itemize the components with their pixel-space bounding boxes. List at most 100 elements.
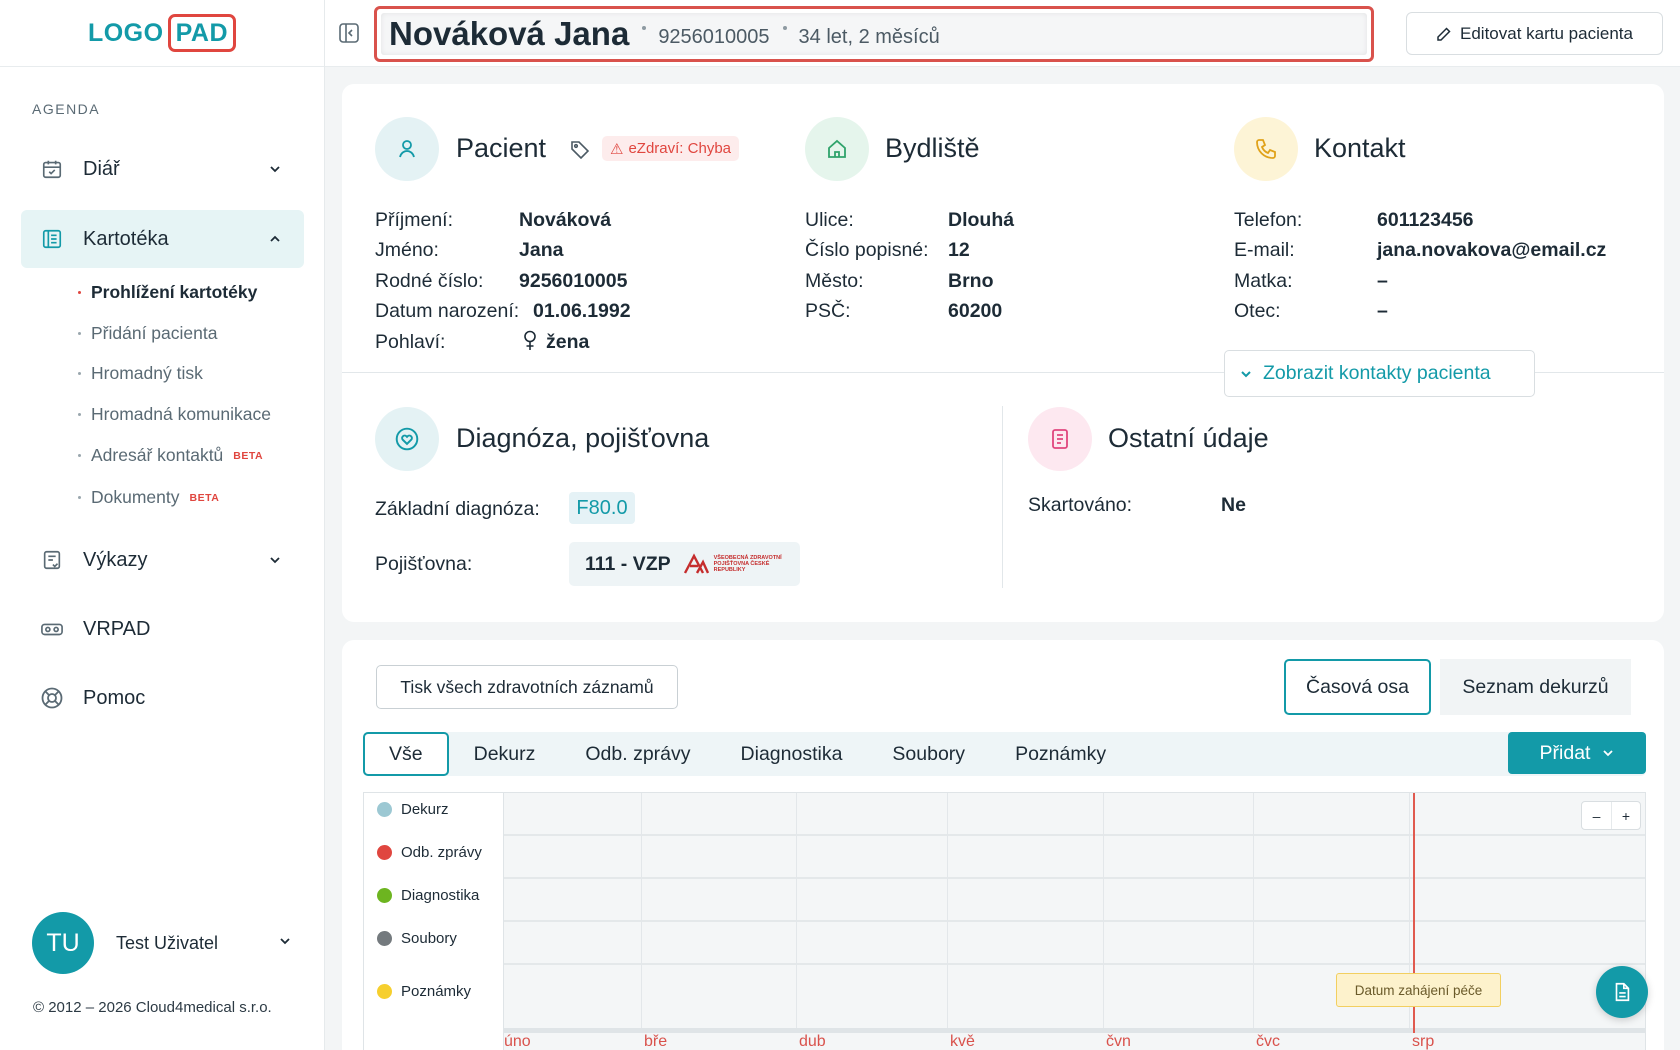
print-all-records-button[interactable]: Tisk všech zdravotních záznamů (376, 665, 678, 709)
postal-code-value: 60200 (948, 300, 1003, 322)
timeline-row-label: Diagnostika (401, 887, 480, 904)
month-label: úno (504, 1033, 531, 1050)
bullet-dot (78, 454, 81, 457)
ezdravi-status-badge[interactable]: ⚠ eZdraví: Chyba (602, 136, 739, 161)
sidebar-item-pomoc[interactable]: Pomoc (21, 669, 304, 727)
grid-line (1253, 793, 1254, 1028)
warning-icon: ⚠ (610, 140, 624, 158)
grid-line (504, 834, 1645, 836)
legend-dot (377, 845, 392, 860)
zoom-in-button[interactable]: + (1611, 802, 1640, 829)
beta-badge: BETA (189, 491, 220, 504)
top-header: Nováková Jana 9256010005 34 let, 2 měsíc… (325, 0, 1680, 67)
field-label: Ulice: (805, 209, 854, 231)
patient-birth-number: 9256010005 (658, 25, 770, 48)
sidebar-collapse-icon[interactable] (338, 22, 360, 44)
timeline-view-button[interactable]: Časová osa (1284, 659, 1431, 715)
care-start-marker[interactable]: Datum zahájení péče (1336, 973, 1501, 1007)
user-menu[interactable]: TU Test Uživatel (32, 912, 292, 974)
logo[interactable]: LOGO PAD (88, 14, 237, 52)
report-icon (40, 548, 64, 572)
heart-badge-icon (375, 407, 439, 471)
legend-dot (377, 931, 392, 946)
tag-icon[interactable] (570, 139, 590, 164)
birth-date-value: 01.06.1992 (533, 300, 631, 322)
timeline-grid[interactable]: úno bře dub kvě čvn čvc srp – + Datum za… (504, 793, 1645, 1050)
sub-item-label: Prohlížení kartotéky (91, 282, 258, 302)
records-card: Tisk všech zdravotních záznamů Časová os… (342, 640, 1664, 1050)
chevron-down-icon (1603, 750, 1614, 757)
add-record-button[interactable]: Přidat (1508, 732, 1646, 774)
tab-odb-zpravy[interactable]: Odb. zprávy (585, 732, 690, 776)
tab-poznamky[interactable]: Poznámky (1015, 732, 1106, 776)
timeline-row-odb-zpravy: Odb. zprávy (377, 844, 482, 861)
sub-item-hromadny-tisk[interactable]: Hromadný tisk (78, 363, 203, 384)
month-label: srp (1412, 1033, 1435, 1050)
sidebar-item-label: VRPAD (83, 617, 151, 640)
sub-item-pridani-pacienta[interactable]: Přidání pacienta (78, 323, 217, 344)
timeline-row-poznamky: Poznámky (377, 983, 471, 1000)
month-label: bře (644, 1033, 668, 1050)
field-label: Telefon: (1234, 209, 1303, 231)
chevron-down-icon (278, 934, 292, 953)
month-label: čvn (1106, 1033, 1131, 1050)
show-patient-contacts-button[interactable]: Zobrazit kontakty pacienta (1224, 350, 1535, 397)
home-icon (805, 117, 869, 181)
chevron-down-icon (1241, 370, 1251, 377)
sub-item-adresar-kontaktu[interactable]: Adresář kontaktů BETA (78, 445, 263, 466)
grid-line (796, 793, 797, 1028)
diagnosis-code-badge[interactable]: F80.0 (569, 492, 635, 524)
grid-line (1103, 793, 1104, 1028)
edit-patient-card-button[interactable]: Editovat kartu pacienta (1406, 12, 1663, 55)
sidebar: LOGO PAD AGENDA Diář Kartotéka Prohlížen… (0, 0, 325, 1050)
grid-line (641, 793, 642, 1028)
chevron-up-icon (266, 230, 284, 248)
user-icon (375, 117, 439, 181)
timeline-axis (504, 1028, 1645, 1033)
tab-diagnostika[interactable]: Diagnostika (741, 732, 843, 776)
chevron-down-icon (266, 551, 284, 569)
bullet-dot (78, 496, 81, 499)
beta-badge: BETA (233, 449, 264, 462)
birth-number-value: 9256010005 (519, 270, 628, 292)
bullet-dot (78, 332, 81, 335)
tab-vse[interactable]: Vše (363, 732, 449, 776)
patient-name: Nováková Jana (389, 15, 630, 52)
timeline-row-label: Odb. zprávy (401, 844, 482, 861)
legend-dot (377, 984, 392, 999)
sub-item-label: Dokumenty (91, 487, 180, 507)
timeline-legend: Dekurz Odb. zprávy Diagnostika Soubory P… (364, 793, 504, 1050)
mother-value: – (1377, 270, 1388, 292)
timeline[interactable]: Dekurz Odb. zprávy Diagnostika Soubory P… (363, 792, 1646, 1050)
decursus-list-view-button[interactable]: Seznam dekurzů (1440, 659, 1631, 715)
tab-dekurz[interactable]: Dekurz (474, 732, 536, 776)
calendar-icon (40, 157, 64, 181)
city-value: Brno (948, 270, 994, 292)
sidebar-item-kartoteka[interactable]: Kartotéka (21, 210, 304, 268)
avatar: TU (32, 912, 94, 974)
sidebar-item-label: Pomoc (83, 686, 146, 709)
vr-headset-icon (40, 617, 64, 641)
field-label: Jméno: (375, 239, 439, 261)
sub-item-prohlizeni-kartoteky[interactable]: Prohlížení kartotéky (78, 282, 257, 303)
pencil-icon (1437, 26, 1451, 41)
shredded-value: Ne (1221, 494, 1246, 516)
patient-age: 34 let, 2 měsíců (798, 25, 940, 48)
sidebar-item-vykazy[interactable]: Výkazy (21, 531, 304, 589)
contact-section-title: Kontakt (1314, 133, 1406, 163)
tab-soubory[interactable]: Soubory (892, 732, 965, 776)
notes-fab-button[interactable] (1596, 966, 1648, 1018)
timeline-row-label: Soubory (401, 930, 457, 947)
sidebar-item-vrpad[interactable]: VRPAD (21, 600, 304, 658)
insurer-badge: 111 - VZP VŠEOBECNÁ ZDRAVOTNÍ POJIŠŤOVNA… (569, 542, 800, 586)
logo-right: PAD (167, 14, 237, 52)
document-icon (1028, 407, 1092, 471)
bullet-dot (78, 413, 81, 416)
diagnosis-label: Základní diagnóza: (375, 498, 540, 520)
sub-item-dokumenty[interactable]: Dokumenty BETA (78, 487, 219, 508)
insurer-value: 111 - VZP (585, 552, 671, 575)
sidebar-item-diar[interactable]: Diář (21, 140, 304, 198)
insurer-label: Pojišťovna: (375, 553, 473, 575)
zoom-out-button[interactable]: – (1582, 802, 1611, 829)
sub-item-hromadna-komunikace[interactable]: Hromadná komunikace (78, 404, 271, 425)
